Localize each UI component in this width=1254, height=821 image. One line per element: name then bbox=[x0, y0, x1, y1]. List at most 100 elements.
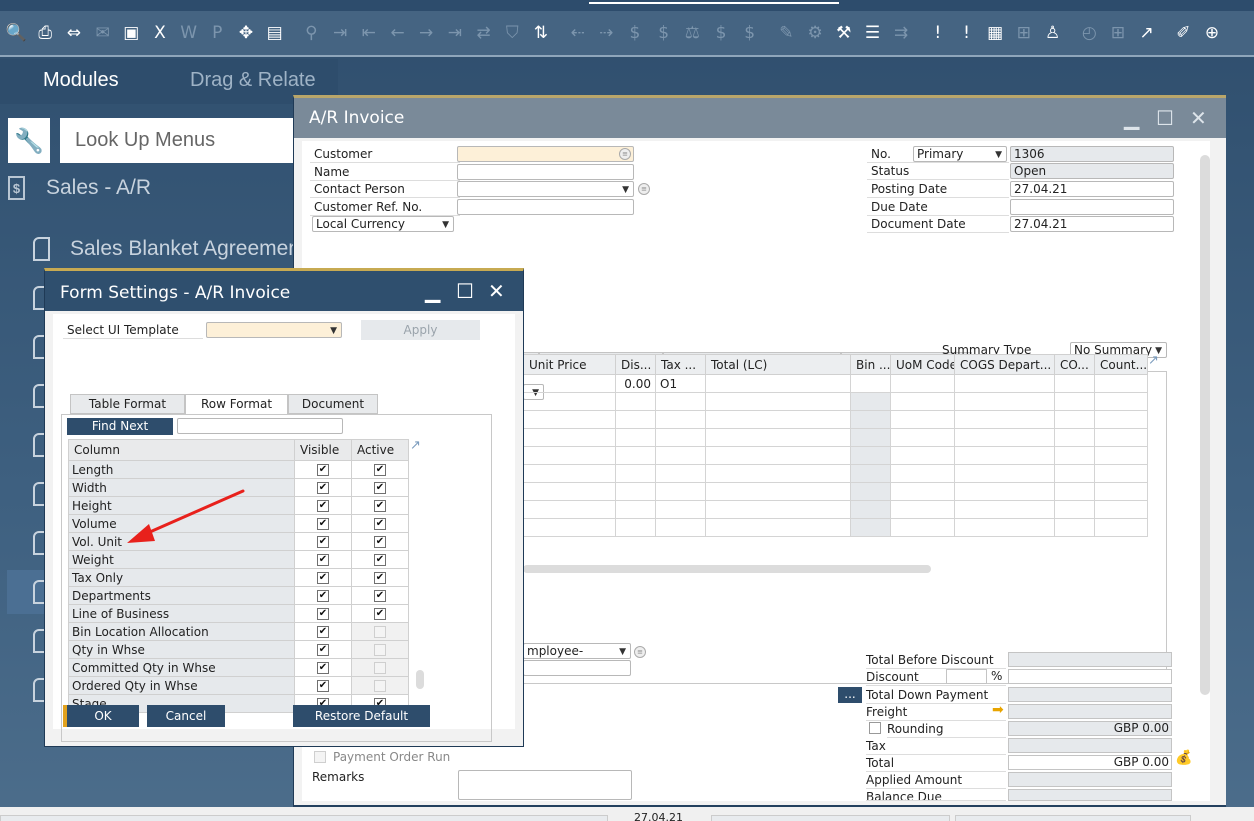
find-input[interactable] bbox=[177, 418, 343, 434]
grid-cell[interactable] bbox=[954, 392, 1055, 411]
table-row[interactable] bbox=[523, 482, 1148, 501]
visible-checkbox[interactable]: ✔ bbox=[317, 554, 329, 566]
grid-cell[interactable] bbox=[523, 392, 616, 411]
approval-icon[interactable]: ! bbox=[953, 20, 980, 47]
grid-cell[interactable] bbox=[523, 518, 616, 537]
grid-cell[interactable] bbox=[523, 482, 616, 501]
name-field[interactable] bbox=[457, 164, 634, 180]
grid-cell[interactable] bbox=[1094, 464, 1148, 483]
contact-person-dropdown[interactable]: ▼ bbox=[457, 181, 634, 197]
widgets-icon[interactable]: ⊞ bbox=[1104, 20, 1131, 47]
grid-cell[interactable] bbox=[954, 374, 1055, 393]
first-record-icon[interactable]: ⇤ bbox=[355, 20, 382, 47]
find-icon[interactable]: ⚲ bbox=[298, 20, 325, 47]
window-titlebar[interactable]: A/R Invoice ▁ ☐ ✕ bbox=[294, 98, 1226, 138]
grid-cell[interactable] bbox=[615, 482, 656, 501]
visible-header[interactable]: Visible bbox=[294, 439, 352, 461]
grid-cell[interactable] bbox=[1054, 518, 1095, 537]
active-checkbox[interactable]: ✔ bbox=[374, 518, 386, 530]
active-checkbox[interactable]: ✔ bbox=[374, 572, 386, 584]
cancel-button[interactable]: Cancel bbox=[147, 705, 225, 727]
grid-cell[interactable] bbox=[890, 518, 955, 537]
expand-icon[interactable]: ↗ bbox=[1148, 353, 1159, 368]
move-icon[interactable]: ✥ bbox=[233, 20, 260, 47]
sort-icon[interactable]: ⇅ bbox=[527, 20, 554, 47]
grid-cell[interactable] bbox=[850, 410, 891, 429]
currency-exchange-icon[interactable]: 💰 bbox=[1175, 750, 1192, 766]
payment-icon[interactable]: $ bbox=[650, 20, 677, 47]
table-row[interactable] bbox=[523, 518, 1148, 537]
grid-cell[interactable] bbox=[1054, 410, 1095, 429]
grid-column-header[interactable]: Count... bbox=[1094, 354, 1148, 375]
expand-icon[interactable]: ↗ bbox=[410, 438, 421, 453]
dashboard-icon[interactable]: ◴ bbox=[1076, 20, 1103, 47]
form-lock-icon[interactable]: ▤ bbox=[261, 20, 288, 47]
currency-dropdown[interactable]: Local Currency ▼ bbox=[312, 216, 454, 232]
grid-cell[interactable] bbox=[890, 392, 955, 411]
grid-cell[interactable] bbox=[705, 518, 851, 537]
grid-cell[interactable] bbox=[1054, 374, 1095, 393]
grid-column-header[interactable]: UoM Code bbox=[890, 354, 955, 375]
active-checkbox[interactable]: ✔ bbox=[374, 554, 386, 566]
tab-table-format[interactable]: Table Format bbox=[70, 394, 185, 414]
maximize-icon[interactable]: ☐ bbox=[456, 279, 474, 303]
series-dropdown[interactable]: Primary ▼ bbox=[913, 146, 1007, 162]
grid-cell[interactable] bbox=[1094, 518, 1148, 537]
table-row[interactable] bbox=[523, 500, 1148, 519]
grid-cell[interactable] bbox=[705, 410, 851, 429]
grid-cell[interactable] bbox=[890, 482, 955, 501]
layout-icon[interactable]: ▣ bbox=[118, 20, 145, 47]
grid-cell[interactable] bbox=[615, 428, 656, 447]
grid-cell[interactable] bbox=[1094, 500, 1148, 519]
grid-cell[interactable] bbox=[615, 518, 656, 537]
grid-cell[interactable] bbox=[705, 374, 851, 393]
table-row[interactable] bbox=[523, 428, 1148, 447]
web-icon[interactable]: ⊕ bbox=[1199, 20, 1226, 47]
tab-row-format[interactable]: Row Format bbox=[185, 394, 288, 415]
apply-button[interactable]: Apply bbox=[361, 320, 480, 340]
grid-cell[interactable] bbox=[1054, 500, 1095, 519]
grid-cell[interactable] bbox=[1054, 482, 1095, 501]
vertical-scrollbar[interactable] bbox=[1200, 155, 1210, 695]
payment-means-icon[interactable]: $ bbox=[621, 20, 648, 47]
grid-cell[interactable] bbox=[890, 410, 955, 429]
active-header[interactable]: Active bbox=[351, 439, 409, 461]
active-checkbox[interactable]: ✔ bbox=[374, 500, 386, 512]
grid-column-header[interactable]: Total (LC) bbox=[705, 354, 851, 375]
sales-employee-dropdown[interactable]: mployee- ▼ bbox=[523, 643, 631, 659]
grid-cell[interactable] bbox=[954, 482, 1055, 501]
active-checkbox[interactable]: ✔ bbox=[374, 590, 386, 602]
grid-cell[interactable] bbox=[954, 410, 1055, 429]
grid-cell[interactable] bbox=[655, 428, 706, 447]
discount-amount-field[interactable] bbox=[1008, 669, 1172, 684]
discount-percent-field[interactable] bbox=[946, 669, 987, 684]
grid-column-header[interactable]: COGS Depart... bbox=[954, 354, 1055, 375]
grid-cell[interactable] bbox=[523, 428, 616, 447]
grid-cell[interactable]: 0.00 bbox=[615, 374, 656, 393]
module-item[interactable]: Sales Blanket Agreement bbox=[0, 227, 306, 271]
grid-cell[interactable] bbox=[1054, 446, 1095, 465]
visible-checkbox[interactable]: ✔ bbox=[317, 590, 329, 602]
column-header[interactable]: Column bbox=[68, 439, 295, 461]
visible-checkbox[interactable]: ✔ bbox=[317, 536, 329, 548]
grid-cell[interactable] bbox=[850, 464, 891, 483]
lookup-menus-input[interactable] bbox=[60, 118, 300, 163]
tab-drag-relate[interactable]: Drag & Relate bbox=[190, 69, 316, 92]
excel-icon[interactable]: X bbox=[146, 20, 173, 47]
grid-column-header[interactable]: Dis... bbox=[615, 354, 656, 375]
grid-cell[interactable] bbox=[1054, 464, 1095, 483]
document-date-field[interactable]: 27.04.21 bbox=[1010, 216, 1174, 232]
hierarchy-icon[interactable]: ⊞ bbox=[1010, 20, 1037, 47]
grid-cell[interactable] bbox=[705, 392, 851, 411]
grid-cell[interactable] bbox=[523, 464, 616, 483]
grid-cell[interactable] bbox=[850, 518, 891, 537]
rounding-checkbox[interactable] bbox=[869, 722, 881, 734]
balance-icon[interactable]: ⚖ bbox=[679, 20, 706, 47]
grid-cell[interactable] bbox=[523, 446, 616, 465]
messages-icon[interactable]: ☰ bbox=[859, 20, 886, 47]
add-icon[interactable]: ⇥ bbox=[327, 20, 354, 47]
word-icon[interactable]: W bbox=[175, 20, 202, 47]
grid-cell[interactable] bbox=[615, 392, 656, 411]
edit-icon[interactable]: ✎ bbox=[773, 20, 800, 47]
grid-cell[interactable] bbox=[954, 500, 1055, 519]
